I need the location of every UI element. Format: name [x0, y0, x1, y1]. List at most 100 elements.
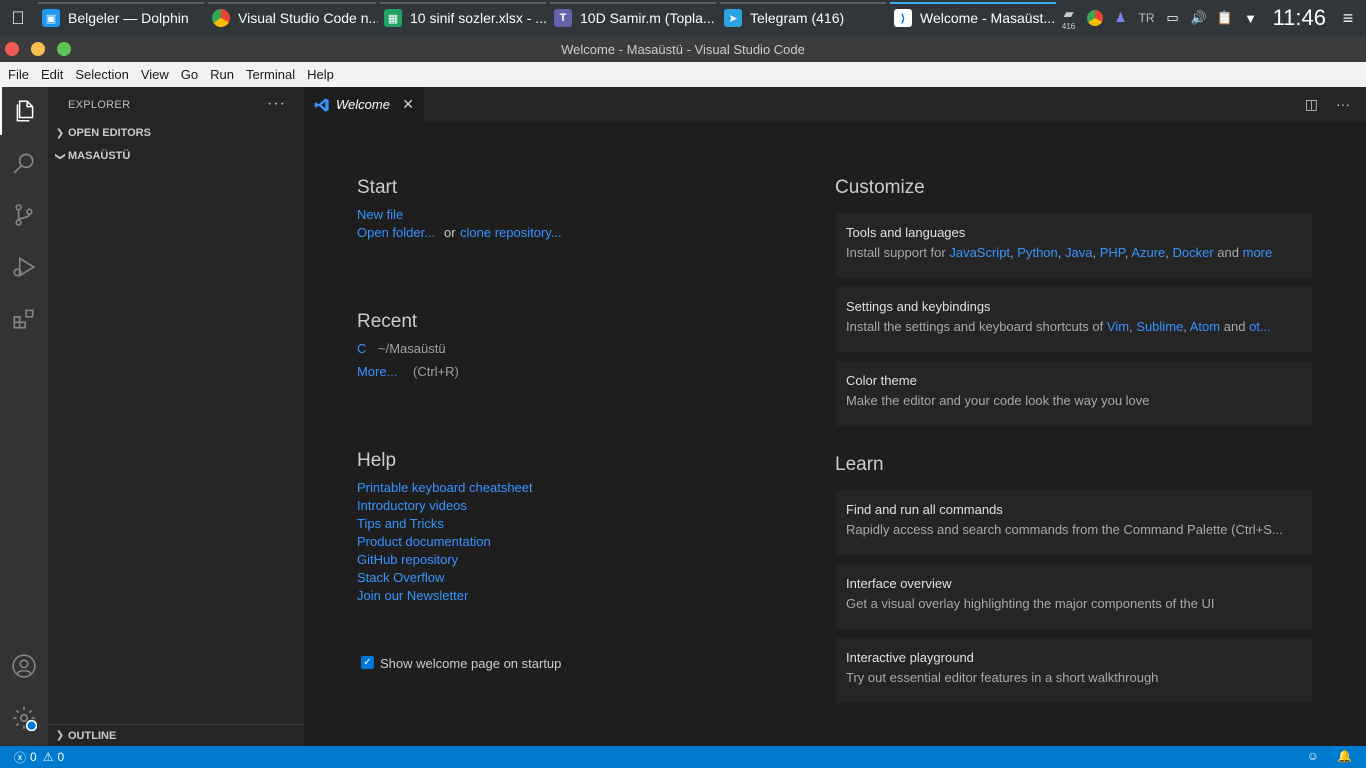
start-heading: Start [357, 177, 398, 198]
learn-heading: Learn [835, 454, 884, 475]
interface-overview-card[interactable]: Interface overview Get a visual overlay … [836, 564, 1312, 629]
close-window-button[interactable] [5, 42, 19, 56]
volume-icon[interactable]: 🔊 [1189, 8, 1209, 28]
python-link[interactable]: Python [1017, 245, 1057, 260]
chrome-icon [212, 9, 230, 27]
php-link[interactable]: PHP [1100, 245, 1125, 260]
new-file-link[interactable]: New file [357, 207, 403, 222]
docker-link[interactable]: Docker [1172, 245, 1213, 260]
more-actions-icon[interactable]: ··· [1336, 96, 1350, 113]
task-teams[interactable]: T 10D Samir.m (Topla... [548, 0, 718, 36]
sidebar-title: EXPLORER ··· [68, 95, 286, 113]
section-open-editors[interactable]: ❯ OPEN EDITORS [48, 122, 304, 144]
tools-languages-card[interactable]: Tools and languages Install support for … [836, 213, 1312, 278]
task-spreadsheet[interactable]: ▦ 10 sinif sozler.xlsx - ... [378, 0, 548, 36]
help-link-cheatsheet[interactable]: Printable keyboard cheatsheet [357, 480, 533, 495]
help-link-github[interactable]: GitHub repository [357, 552, 458, 567]
window-titlebar: Welcome - Masaüstü - Visual Studio Code [0, 36, 1366, 62]
help-link-tips[interactable]: Tips and Tricks [357, 516, 444, 531]
hamburger-menu-icon[interactable]: ≡ [1338, 8, 1358, 28]
menu-edit[interactable]: Edit [35, 67, 69, 82]
run-debug-icon[interactable] [0, 243, 48, 291]
settings-keybindings-card[interactable]: Settings and keybindings Install the set… [836, 287, 1312, 352]
clone-repository-link[interactable]: clone repository... [460, 225, 562, 240]
task-dolphin[interactable]: ▣ Belgeler — Dolphin [36, 0, 206, 36]
telegram-icon: ➤ [724, 9, 742, 27]
teams-icon: T [554, 9, 572, 27]
task-telegram[interactable]: ➤ Telegram (416) [718, 0, 888, 36]
menu-selection[interactable]: Selection [69, 67, 134, 82]
javascript-link[interactable]: JavaScript [949, 245, 1010, 260]
chevron-right-icon: ❯ [55, 730, 65, 741]
problems-indicator[interactable]: ⓧ 0 ⚠ 0 [0, 749, 64, 766]
help-link-videos[interactable]: Introductory videos [357, 498, 467, 513]
menu-terminal[interactable]: Terminal [240, 67, 301, 82]
interactive-playground-card[interactable]: Interactive playground Try out essential… [836, 638, 1312, 703]
open-folder-link[interactable]: Open folder... [357, 225, 435, 240]
status-bar: ⓧ 0 ⚠ 0 ☺ 🔔 [0, 746, 1366, 768]
help-link-newsletter[interactable]: Join our Newsletter [357, 588, 468, 603]
help-link-docs[interactable]: Product documentation [357, 534, 491, 549]
tab-welcome[interactable]: Welcome ✕ [304, 87, 424, 122]
welcome-page: Start New file Open folder... or clone r… [304, 122, 1366, 746]
feedback-icon[interactable]: ☺ [1307, 749, 1319, 763]
vim-link[interactable]: Vim [1107, 319, 1129, 334]
minimize-window-button[interactable] [31, 42, 45, 56]
azure-link[interactable]: Azure [1131, 245, 1165, 260]
menu-file[interactable]: File [2, 67, 35, 82]
more-recent-shortcut: (Ctrl+R) [413, 364, 459, 379]
apple-menu-icon[interactable]:  [0, 0, 36, 36]
task-vscode[interactable]: ⟩ Welcome - Masaüst... [888, 0, 1058, 36]
or-text: or [444, 225, 456, 240]
chrome-tray-icon[interactable] [1085, 8, 1105, 28]
section-workspace-folder[interactable]: ❯ MASAÜSTÜ [48, 145, 304, 167]
menu-bar: File Edit Selection View Go Run Terminal… [0, 62, 1366, 87]
color-theme-card[interactable]: Color theme Make the editor and your cod… [836, 361, 1312, 426]
help-heading: Help [357, 450, 397, 471]
menu-go[interactable]: Go [175, 67, 204, 82]
menu-run[interactable]: Run [204, 67, 240, 82]
chevron-down-icon: ❯ [54, 151, 66, 161]
chevron-right-icon: ❯ [55, 127, 65, 139]
maximize-window-button[interactable] [57, 42, 71, 56]
search-icon[interactable] [0, 139, 48, 187]
keyboard-layout-indicator[interactable]: TR [1137, 8, 1157, 28]
recent-item-link[interactable]: C [357, 341, 366, 356]
menu-help[interactable]: Help [301, 67, 340, 82]
more-recent-link[interactable]: More... [357, 364, 397, 379]
spreadsheet-icon: ▦ [384, 9, 402, 27]
task-chrome[interactable]: Visual Studio Code n... [206, 0, 378, 36]
vscode-icon: ⟩ [894, 9, 912, 27]
show-on-startup-checkbox[interactable]: ✓ [361, 656, 374, 669]
window-title: Welcome - Masaüstü - Visual Studio Code [561, 41, 805, 57]
recent-heading: Recent [357, 311, 418, 332]
manage-gear-icon[interactable] [0, 694, 48, 742]
error-icon: ⓧ [14, 750, 27, 765]
close-tab-icon[interactable]: ✕ [402, 96, 414, 113]
clock[interactable]: 11:46 [1273, 5, 1326, 31]
source-control-icon[interactable] [0, 191, 48, 239]
display-icon[interactable]: ▭ [1163, 8, 1183, 28]
menu-view[interactable]: View [135, 67, 175, 82]
other-keymaps-link[interactable]: ot... [1249, 319, 1271, 334]
atom-link[interactable]: Atom [1190, 319, 1220, 334]
editor-tabs: Welcome ✕ ◫ ··· [304, 87, 1366, 122]
find-run-commands-card[interactable]: Find and run all commands Rapidly access… [836, 490, 1312, 555]
sublime-link[interactable]: Sublime [1136, 319, 1183, 334]
customize-heading: Customize [835, 177, 925, 198]
java-link[interactable]: Java [1065, 245, 1092, 260]
telegram-tray-icon[interactable]: ▰ 416 [1059, 6, 1079, 31]
section-outline[interactable]: ❯ OUTLINE [48, 724, 304, 746]
more-languages-link[interactable]: more [1243, 245, 1273, 260]
teams-tray-icon[interactable]: ♟ [1111, 8, 1131, 28]
explorer-icon[interactable] [0, 87, 48, 135]
tray-expand-icon[interactable]: ▼ [1241, 8, 1261, 28]
more-actions-icon[interactable]: ··· [267, 95, 286, 113]
extensions-icon[interactable] [0, 295, 48, 343]
clipboard-icon[interactable]: 📋 [1215, 8, 1235, 28]
split-editor-icon[interactable]: ◫ [1305, 96, 1318, 113]
accounts-icon[interactable] [0, 642, 48, 690]
help-link-stackoverflow[interactable]: Stack Overflow [357, 570, 444, 585]
notifications-bell-icon[interactable]: 🔔 [1337, 749, 1352, 763]
warning-icon: ⚠ [42, 750, 54, 764]
